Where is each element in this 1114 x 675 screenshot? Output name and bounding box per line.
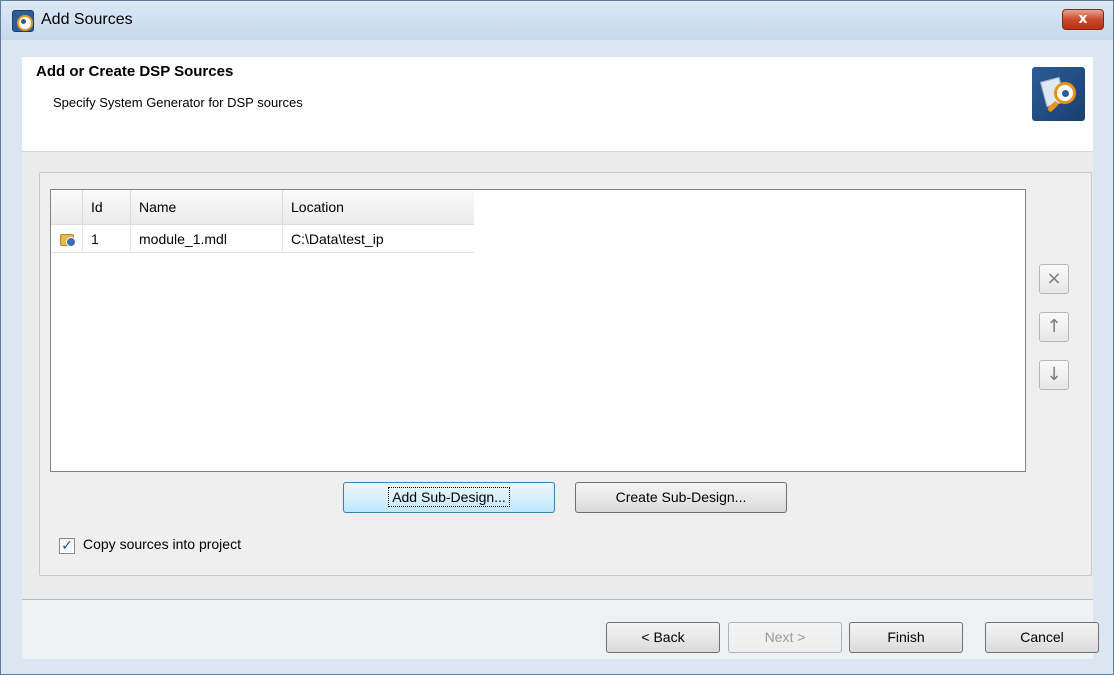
column-header-id[interactable]: Id: [83, 190, 131, 225]
remove-icon: ×: [1046, 268, 1062, 289]
copy-sources-label[interactable]: Copy sources into project: [83, 536, 241, 552]
cell-id: 1: [83, 226, 131, 253]
sources-table[interactable]: Id Name Location 1 module_1.mdl C:\Data\…: [50, 189, 1026, 472]
cell-location: C:\Data\test_ip: [291, 231, 384, 247]
page-title: Add or Create DSP Sources: [36, 63, 234, 80]
move-down-button[interactable]: ↓: [1039, 360, 1069, 390]
column-header-location[interactable]: Location: [283, 190, 474, 225]
back-button[interactable]: < Back: [606, 622, 720, 653]
window-title: Add Sources: [41, 11, 133, 28]
dsp-sources-icon: [1032, 67, 1085, 121]
arrow-down-icon: ↓: [1046, 364, 1062, 385]
content-panel: Id Name Location 1 module_1.mdl C:\Data\…: [22, 152, 1093, 599]
finish-button[interactable]: Finish: [849, 622, 963, 653]
create-sub-design-button[interactable]: Create Sub-Design...: [575, 482, 787, 513]
cell-name: module_1.mdl: [131, 226, 283, 253]
add-sub-design-button[interactable]: Add Sub-Design...: [343, 482, 555, 513]
close-button[interactable]: x: [1062, 9, 1104, 30]
arrow-up-icon: ↑: [1046, 316, 1062, 337]
row-icon-cell: [51, 226, 83, 253]
add-sub-design-label: Add Sub-Design...: [388, 487, 510, 507]
move-up-button[interactable]: ↑: [1039, 312, 1069, 342]
add-sources-dialog: Add Sources x Add or Create DSP Sources …: [0, 0, 1114, 675]
table-row[interactable]: 1 module_1.mdl C:\Data\test_ip: [51, 226, 474, 253]
page-subtitle: Specify System Generator for DSP sources: [53, 95, 303, 110]
table-header: Id Name Location: [51, 190, 474, 225]
remove-source-button[interactable]: ×: [1039, 264, 1069, 294]
next-button[interactable]: Next >: [728, 622, 842, 653]
dialog-footer: < Back Next > Finish Cancel: [22, 599, 1099, 659]
app-logo-icon: [12, 10, 34, 32]
title-bar: Add Sources x: [1, 1, 1113, 40]
copy-sources-checkbox[interactable]: ✓: [59, 538, 75, 554]
header-banner: Add or Create DSP Sources Specify System…: [22, 57, 1093, 152]
icon-column-header: [51, 190, 83, 225]
dsp-module-icon: [60, 234, 76, 247]
column-header-name[interactable]: Name: [131, 190, 283, 225]
cancel-button[interactable]: Cancel: [985, 622, 1099, 653]
